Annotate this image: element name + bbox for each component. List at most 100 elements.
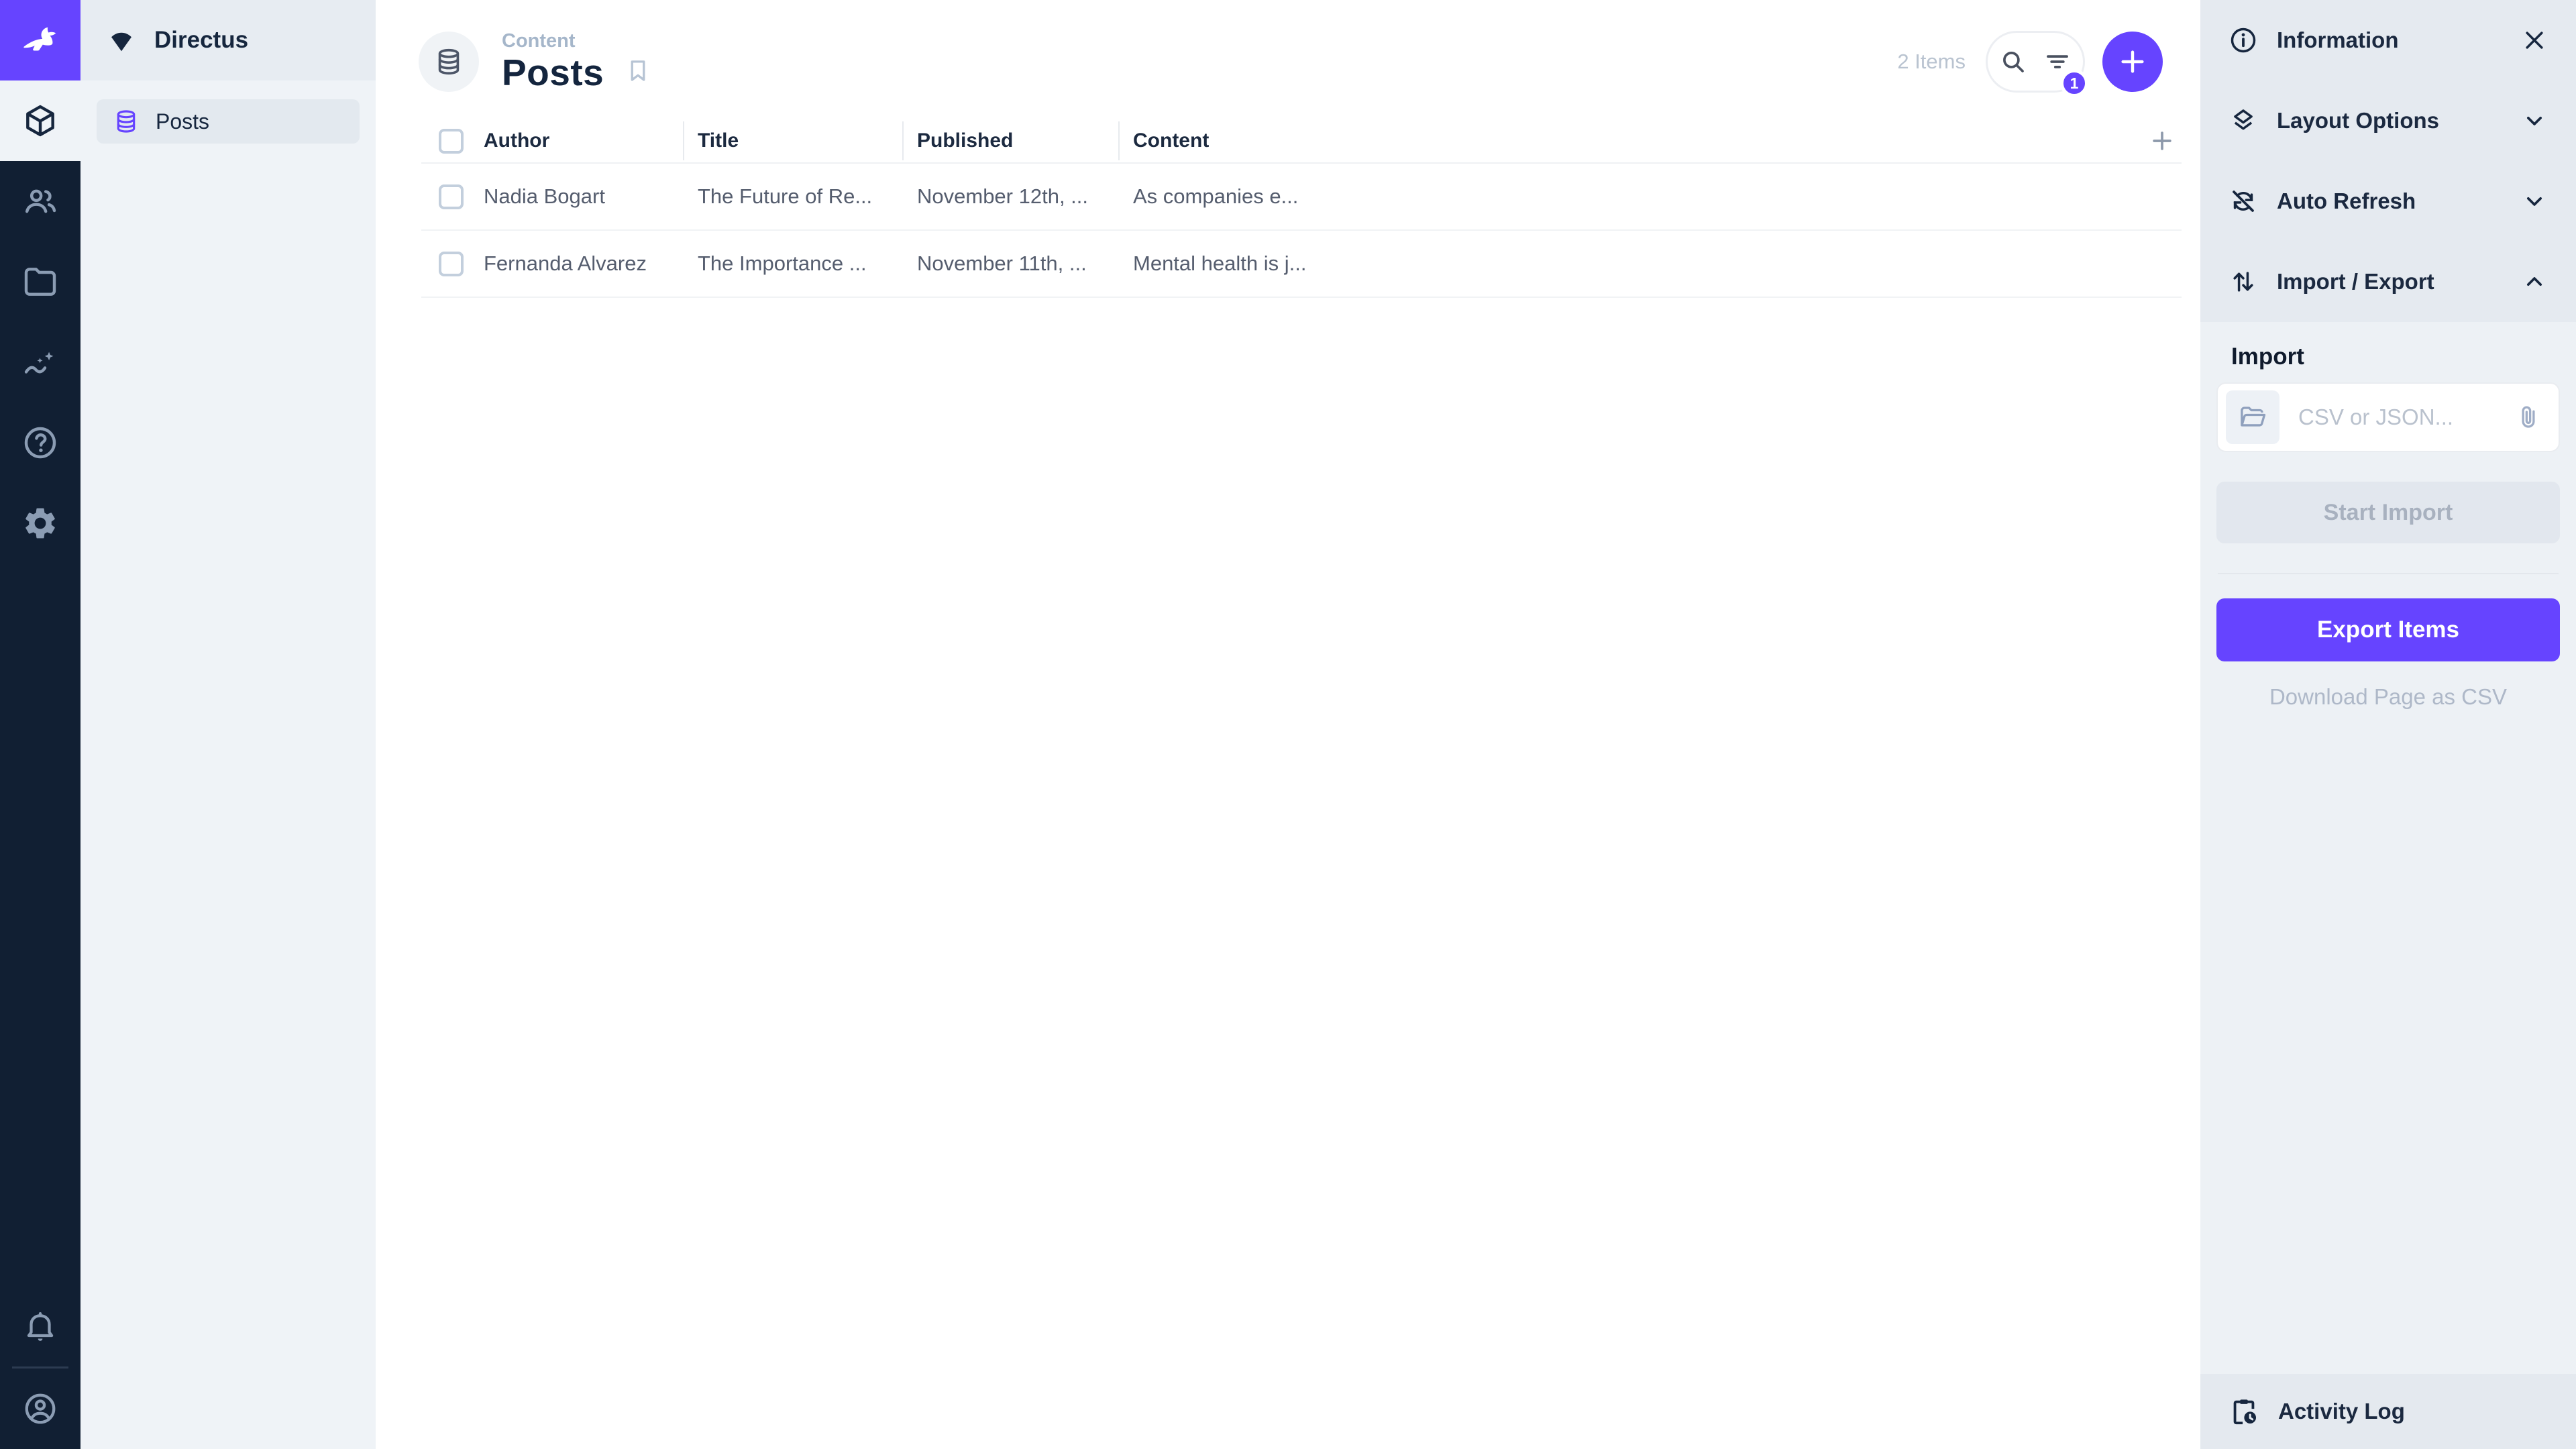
add-column-button[interactable] xyxy=(2149,128,2175,154)
folder-icon xyxy=(21,263,59,301)
sidebar-section-auto-refresh[interactable]: Auto Refresh xyxy=(2200,161,2576,241)
table-header-row: Author Title Published Content xyxy=(421,119,2182,164)
items-count: 2 Items xyxy=(1897,50,1966,74)
select-all-checkbox[interactable] xyxy=(439,129,464,154)
info-icon xyxy=(2229,25,2258,55)
import-heading: Import xyxy=(2216,343,2560,370)
module-item-users[interactable] xyxy=(0,161,80,241)
directus-rabbit-logo-icon xyxy=(19,19,62,62)
collection-icon-circle xyxy=(419,32,479,92)
column-header-label: Title xyxy=(698,129,739,152)
project-name: Directus xyxy=(154,27,248,54)
sidebar-item-label: Posts xyxy=(156,109,209,134)
plus-icon xyxy=(2117,46,2148,77)
author-value: Nadia Bogart xyxy=(484,184,605,209)
search-icon[interactable] xyxy=(1999,48,2027,76)
collapse-toggle[interactable] xyxy=(2521,268,2548,295)
bookmark-button[interactable] xyxy=(624,56,652,85)
chevron-down-icon xyxy=(2521,188,2548,215)
folder-open-icon xyxy=(2239,403,2267,431)
main-content: Content Posts 2 Items 1 Author Title xyxy=(376,0,2200,1449)
section-title: Import / Export xyxy=(2277,269,2502,294)
close-sidebar-button[interactable] xyxy=(2521,27,2548,54)
help-icon xyxy=(21,424,59,462)
section-title: Information xyxy=(2277,28,2502,53)
directus-logo-tile[interactable] xyxy=(0,0,80,80)
title-block: Content Posts xyxy=(502,31,604,93)
page-title: Posts xyxy=(502,52,604,93)
import-export-panel: Import CSV or JSON... Start Import Expor… xyxy=(2200,322,2576,710)
module-item-files[interactable] xyxy=(0,241,80,322)
nav-sidebar: Directus Posts xyxy=(80,0,376,1449)
module-bar-spacer xyxy=(0,564,80,1286)
file-browse-tile[interactable] xyxy=(2226,390,2279,444)
module-bar xyxy=(0,0,80,1449)
published-cell: November 11th, ... xyxy=(902,252,1118,276)
plus-icon xyxy=(2149,128,2175,154)
column-header-author[interactable]: Author xyxy=(421,121,683,160)
import-file-input[interactable]: CSV or JSON... xyxy=(2216,382,2560,452)
notifications-button[interactable] xyxy=(0,1286,80,1366)
row-checkbox[interactable] xyxy=(439,252,464,276)
title-cell: The Future of Re... xyxy=(683,184,902,209)
column-header-label: Content xyxy=(1133,129,1209,152)
published-cell: November 12th, ... xyxy=(902,184,1118,209)
column-header-label: Published xyxy=(917,129,1013,152)
module-item-insights[interactable] xyxy=(0,322,80,402)
sidebar-section-information[interactable]: Information xyxy=(2200,0,2576,80)
database-icon xyxy=(433,46,464,77)
column-header-title[interactable]: Title xyxy=(683,121,902,160)
project-logo-icon xyxy=(106,25,137,56)
activity-log-icon xyxy=(2229,1396,2259,1427)
module-item-content[interactable] xyxy=(0,80,80,161)
project-bar[interactable]: Directus xyxy=(80,0,376,80)
table-row[interactable]: Fernanda Alvarez The Importance ... Nove… xyxy=(421,231,2182,298)
column-header-content[interactable]: Content xyxy=(1118,121,1324,160)
info-sidebar: Information Layout Options Auto Refresh … xyxy=(2200,0,2576,1449)
sidebar-section-import-export[interactable]: Import / Export xyxy=(2200,241,2576,322)
file-input-placeholder: CSV or JSON... xyxy=(2298,405,2514,430)
database-icon xyxy=(113,108,140,135)
attach-file-button[interactable] xyxy=(2514,403,2542,431)
items-table: Author Title Published Content Nadia Bog… xyxy=(421,119,2182,298)
section-title: Layout Options xyxy=(2277,108,2502,133)
row-checkbox[interactable] xyxy=(439,184,464,209)
bookmark-icon xyxy=(624,56,652,85)
author-cell: Nadia Bogart xyxy=(421,184,683,209)
add-item-button[interactable] xyxy=(2102,32,2163,92)
paperclip-icon xyxy=(2514,403,2542,431)
settings-gear-icon xyxy=(21,504,59,542)
export-items-button[interactable]: Export Items xyxy=(2216,598,2560,661)
expand-toggle[interactable] xyxy=(2521,107,2548,134)
filter-count-badge: 1 xyxy=(2060,69,2088,97)
import-export-icon xyxy=(2229,267,2258,297)
sidebar-item-posts[interactable]: Posts xyxy=(97,99,360,144)
activity-log-button[interactable]: Activity Log xyxy=(2200,1374,2576,1449)
column-header-published[interactable]: Published xyxy=(902,121,1118,160)
sidebar-section-layout-options[interactable]: Layout Options xyxy=(2200,80,2576,161)
section-title: Auto Refresh xyxy=(2277,189,2502,214)
breadcrumb[interactable]: Content xyxy=(502,31,604,52)
activity-log-label: Activity Log xyxy=(2278,1399,2405,1424)
panel-divider xyxy=(2218,573,2559,574)
chevron-down-icon xyxy=(2521,107,2548,134)
author-value: Fernanda Alvarez xyxy=(484,252,647,276)
author-cell: Fernanda Alvarez xyxy=(421,252,683,276)
content-cell: Mental health is j... xyxy=(1118,252,1324,276)
content-cell: As companies e... xyxy=(1118,184,1324,209)
table-row[interactable]: Nadia Bogart The Future of Re... Novembe… xyxy=(421,164,2182,231)
users-icon xyxy=(21,182,59,220)
column-header-label: Author xyxy=(484,129,549,152)
notifications-bell-icon xyxy=(22,1308,58,1344)
content-cube-icon xyxy=(21,102,59,140)
download-csv-link[interactable]: Download Page as CSV xyxy=(2216,684,2560,710)
account-button[interactable] xyxy=(0,1368,80,1449)
expand-toggle[interactable] xyxy=(2521,188,2548,215)
close-icon xyxy=(2521,27,2548,54)
page-header: Content Posts 2 Items 1 xyxy=(376,0,2200,93)
title-cell: The Importance ... xyxy=(683,252,902,276)
module-item-help[interactable] xyxy=(0,402,80,483)
search-filter-pill[interactable]: 1 xyxy=(1986,31,2085,93)
start-import-button[interactable]: Start Import xyxy=(2216,482,2560,543)
module-item-settings[interactable] xyxy=(0,483,80,564)
